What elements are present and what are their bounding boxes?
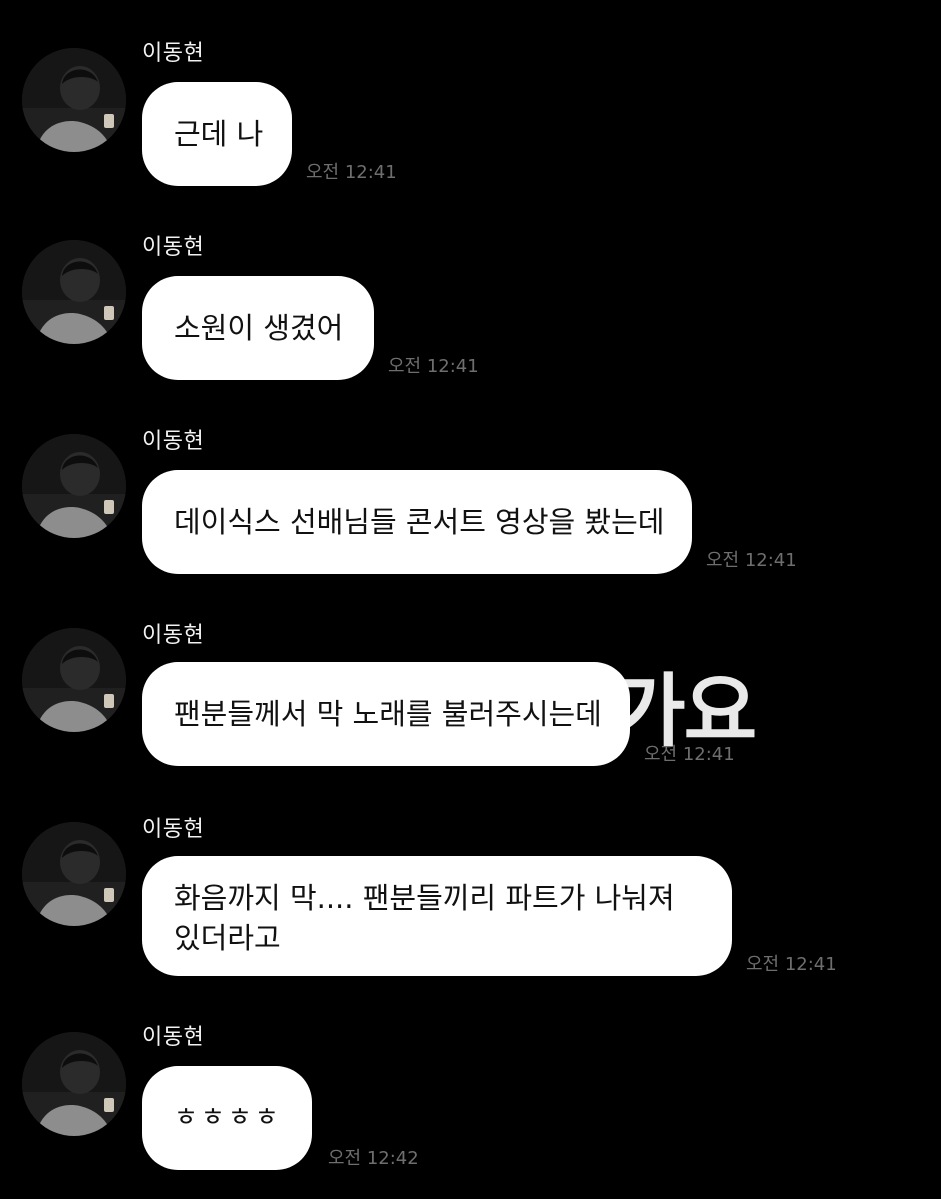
avatar[interactable]: [22, 1032, 126, 1136]
sender-name: 이동현: [142, 429, 205, 454]
message-bubble[interactable]: 팬분들께서 막 노래를 불러주시는데: [142, 662, 630, 766]
message-bubble[interactable]: 소원이 생겼어: [142, 276, 374, 380]
sender-name: 이동현: [142, 235, 205, 260]
avatar[interactable]: [22, 434, 126, 538]
message-bubble[interactable]: 화음까지 막.... 팬분들끼리 파트가 나눠져 있더라고: [142, 856, 732, 976]
sender-name: 이동현: [142, 817, 205, 842]
message-time: 오전 12:41: [644, 744, 735, 765]
message-time: 오전 12:41: [306, 162, 397, 183]
avatar-photo-icon: [22, 628, 126, 732]
message-bubble[interactable]: ㅎㅎㅎㅎ: [142, 1066, 312, 1170]
message-time: 오전 12:41: [746, 954, 837, 975]
avatar-photo-icon: [22, 822, 126, 926]
avatar-photo-icon: [22, 48, 126, 152]
message-time: 오전 12:42: [328, 1148, 419, 1169]
message-bubble[interactable]: 근데 나: [142, 82, 292, 186]
sender-name: 이동현: [142, 41, 205, 66]
avatar[interactable]: [22, 240, 126, 344]
message-time: 오전 12:41: [706, 550, 797, 571]
avatar-photo-icon: [22, 1032, 126, 1136]
sender-name: 이동현: [142, 1025, 205, 1050]
avatar[interactable]: [22, 628, 126, 732]
message-time: 오전 12:41: [388, 356, 479, 377]
avatar-photo-icon: [22, 434, 126, 538]
avatar[interactable]: [22, 822, 126, 926]
sender-name: 이동현: [142, 623, 205, 648]
message-bubble[interactable]: 데이식스 선배님들 콘서트 영상을 봤는데: [142, 470, 692, 574]
avatar-photo-icon: [22, 240, 126, 344]
avatar[interactable]: [22, 48, 126, 152]
